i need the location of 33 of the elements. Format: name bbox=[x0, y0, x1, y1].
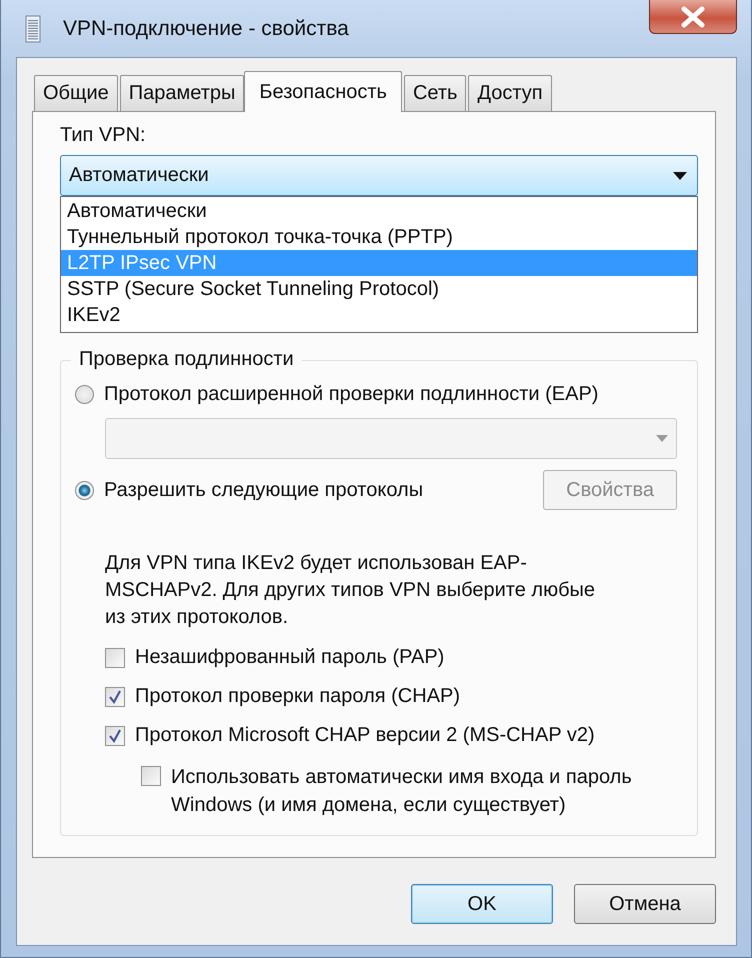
tab[interactable]: Доступ bbox=[468, 75, 552, 111]
tab[interactable]: Безопасность bbox=[244, 71, 402, 112]
vpn-type-label: Тип VPN: bbox=[60, 124, 146, 147]
checkbox[interactable] bbox=[105, 648, 125, 668]
close-icon bbox=[679, 6, 707, 28]
radio-label: Разрешить следующие протоколы bbox=[104, 478, 424, 502]
checkbox-label: Незашифрованный пароль (PAP) bbox=[135, 646, 444, 669]
dropdown-option[interactable]: IKEv2 bbox=[61, 302, 697, 328]
group-title: Проверка подлинности bbox=[71, 348, 302, 371]
caret-icon bbox=[673, 172, 687, 180]
dropdown-option[interactable]: Туннельный протокол точка-точка (PPTP) bbox=[61, 224, 697, 250]
checkbox-label: Использовать автоматически имя входа и пароль Windows (и имя домена, если существует) bbox=[171, 765, 633, 818]
cancel-button[interactable]: Отмена bbox=[574, 884, 716, 924]
caret-icon bbox=[656, 435, 668, 442]
window-title: VPN-подключение - свойства bbox=[63, 16, 349, 40]
tab[interactable]: Параметры bbox=[120, 75, 244, 111]
checkbox[interactable] bbox=[105, 686, 125, 706]
document-icon bbox=[25, 14, 41, 42]
radio-label: Протокол расширенной проверки подлинности (EAP) bbox=[104, 383, 598, 406]
tab[interactable]: Общие bbox=[34, 75, 118, 111]
close-button[interactable] bbox=[649, 0, 737, 34]
checkbox[interactable] bbox=[105, 726, 125, 746]
vpn-type-dropdown[interactable]: Автоматически bbox=[60, 155, 698, 196]
note-text: Для VPN типа IKEv2 будет использован EAP-MSCHAPv2. Для других типов VPN выберите любые из этих протоколов. bbox=[105, 551, 596, 630]
checkbox[interactable] bbox=[141, 766, 161, 786]
ok-button[interactable]: OK bbox=[411, 884, 553, 924]
dropdown-option[interactable]: SSTP (Secure Socket Tunneling Protocol) bbox=[61, 276, 697, 302]
radio-button[interactable] bbox=[75, 385, 94, 404]
checkbox-label: Протокол Microsoft CHAP версии 2 (MS-CHAP v2) bbox=[135, 724, 595, 747]
tab[interactable]: Сеть bbox=[404, 75, 466, 111]
dropdown-option[interactable]: Автоматически bbox=[61, 198, 697, 224]
radio-button[interactable] bbox=[75, 480, 94, 500]
checkbox-label: Протокол проверки пароля (CHAP) bbox=[135, 685, 460, 708]
